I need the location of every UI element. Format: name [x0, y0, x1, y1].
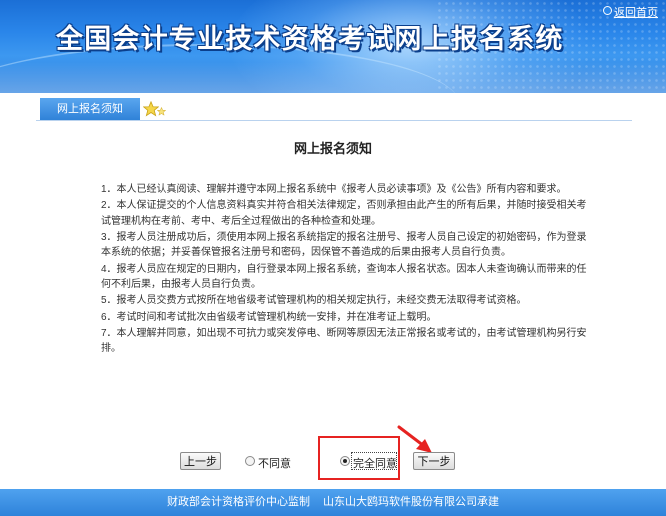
- home-icon: [603, 6, 612, 15]
- tab-notice: 网上报名须知: [40, 98, 140, 120]
- disagree-radio[interactable]: [245, 456, 255, 466]
- footer-supervisor: 财政部会计资格评价中心监制: [166, 496, 310, 508]
- notice-item-7: 7．本人理解并同意，如出现不可抗力或突发停电、断网等原因无法正常报名或考试的，由…: [101, 328, 587, 355]
- footer: 财政部会计资格评价中心监制 山东山大鸥玛软件股份有限公司承建: [0, 489, 666, 516]
- notice-item-3: 3．报考人员注册成功后，须使用本网上报名系统指定的报名注册号、报考人员自己设定的…: [101, 232, 587, 259]
- notice-item-6: 6．考试时间和考试批次由省级考试管理机构统一安排，并在准考证上载明。: [101, 311, 437, 323]
- small-star-icon: [157, 107, 166, 116]
- notice-item-1: 1．本人已经认真阅读、理解并遵守本网上报名系统中《报考人员必读事项》及《公告》所…: [101, 184, 567, 195]
- disagree-label[interactable]: 不同意: [258, 455, 291, 471]
- footer-contractor: 山东山大鸥玛软件股份有限公司承建: [323, 496, 500, 508]
- next-step-button[interactable]: 下一步: [413, 452, 455, 470]
- notice-item-4: 4．报考人员应在规定的日期内，自行登录本网上报名系统，查询本人报名状态。因本人未…: [101, 263, 587, 290]
- agree-radio[interactable]: [340, 456, 350, 466]
- notice-item-5: 5．报考人员交费方式按所在地省级考试管理机构的相关规定执行，未经交费无法取得考试…: [101, 295, 527, 307]
- notice-text: 1．本人已经认真阅读、理解并遵守本网上报名系统中《报考人员必读事项》及《公告》所…: [101, 182, 593, 358]
- agree-label[interactable]: 完全同意: [353, 455, 397, 471]
- system-title: 全国会计专业技术资格考试网上报名系统: [56, 24, 564, 55]
- notice-item-2: 2．本人保证提交的个人信息资料真实并符合相关法律规定，否则承担由此产生的所有后果…: [101, 200, 587, 227]
- section-tab-bar: 网上报名须知: [36, 98, 632, 121]
- banner-sheen: [0, 62, 666, 93]
- notice-title: 网上报名须知: [293, 141, 372, 156]
- header-banner: 全国会计专业技术资格考试网上报名系统 返回首页: [0, 0, 666, 93]
- previous-step-button[interactable]: 上一步: [180, 452, 221, 470]
- return-home-link[interactable]: 返回首页: [614, 4, 658, 20]
